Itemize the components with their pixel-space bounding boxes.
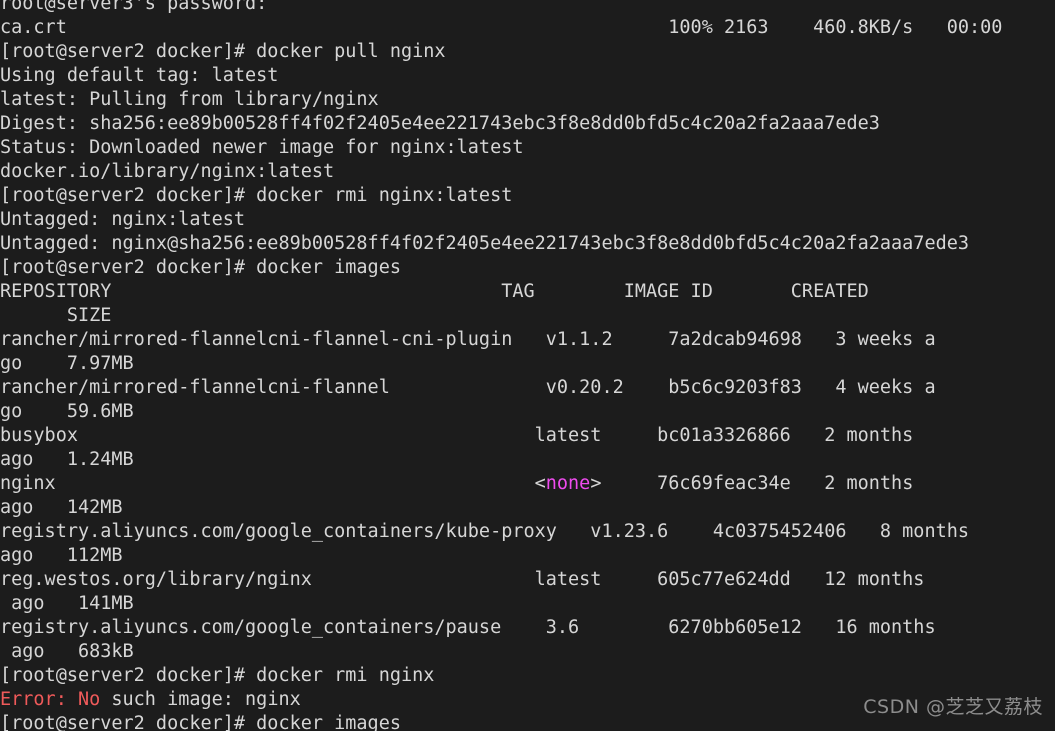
line-cmd-docker-rmi-latest: [root@server2 docker]# docker rmi nginx:… (0, 184, 1055, 208)
line-ca-crt: ca.crt 100% 2163 460.8KB/s 00:00 (0, 16, 1055, 40)
line-cmd-docker-rmi-nginx: [root@server2 docker]# docker rmi nginx (0, 664, 1055, 688)
line-row-7: registry.aliyuncs.com/google_containers/… (0, 616, 1055, 640)
line-row-6-wrap: ago 141MB (0, 592, 1055, 616)
line-digest: Digest: sha256:ee89b00528ff4f02f2405e4ee… (0, 112, 1055, 136)
terminal-text: docker.io/library/nginx:latest (0, 161, 335, 182)
terminal-text: go 7.97MB (0, 353, 134, 374)
terminal-text: latest: Pulling from library/nginx (0, 89, 379, 110)
terminal-text: [root@server2 docker]# docker images (0, 713, 401, 731)
line-untagged-tag: Untagged: nginx:latest (0, 208, 1055, 232)
terminal-text: Status: Downloaded newer image for nginx… (0, 137, 524, 158)
terminal-output: root@server3's password: ca.crt 100% 2163… (0, 0, 1055, 731)
line-row-5: registry.aliyuncs.com/google_containers/… (0, 520, 1055, 544)
terminal-text: busybox latest bc01a3326866 2 months (0, 425, 925, 446)
terminal-text: root@server3's password: (0, 0, 268, 14)
line-row-2: rancher/mirrored-flannelcni-flannel v0.2… (0, 376, 1055, 400)
terminal-text: < (534, 473, 546, 494)
line-using-default-tag: Using default tag: latest (0, 64, 1055, 88)
line-row-7-wrap: ago 683kB (0, 640, 1055, 664)
line-row-1-wrap: go 7.97MB (0, 352, 1055, 376)
line-cmd-docker-pull: [root@server2 docker]# docker pull nginx (0, 40, 1055, 64)
terminal-text: ago 1.24MB (0, 449, 134, 470)
line-image-ref: docker.io/library/nginx:latest (0, 160, 1055, 184)
terminal-text: ago 141MB (0, 593, 134, 614)
terminal-text: [root@server2 docker]# docker rmi nginx:… (0, 185, 513, 206)
terminal-text: Digest: sha256:ee89b00528ff4f02f2405e4ee… (0, 113, 880, 134)
terminal-text: go 59.6MB (0, 401, 134, 422)
line-table-header-wrap: SIZE (0, 304, 1055, 328)
terminal-text: reg.westos.org/library/nginx latest 605c… (0, 569, 925, 590)
line-cmd-docker-images-2: [root@server2 docker]# docker images (0, 712, 1055, 731)
terminal-text: Using default tag: latest (0, 65, 279, 86)
line-row-3-wrap: ago 1.24MB (0, 448, 1055, 472)
terminal-text: Untagged: nginx:latest (0, 209, 246, 230)
terminal-text: rancher/mirrored-flannelcni-flannel-cni-… (0, 329, 936, 350)
terminal-text: [root@server2 docker]# docker rmi nginx (0, 665, 435, 686)
terminal-text: such image: nginx (100, 689, 301, 710)
terminal-text: Untagged: nginx@sha256:ee89b00528ff4f02f… (0, 233, 970, 254)
terminal-text: [root@server2 docker]# docker pull nginx (0, 41, 446, 62)
terminal-text: REPOSITORY TAG IMAGE ID CREATED (0, 281, 869, 302)
line-row-4: nginx <none> 76c69feac34e 2 months (0, 472, 1055, 496)
line-pulling-from: latest: Pulling from library/nginx (0, 88, 1055, 112)
line-row-4-wrap: ago 142MB (0, 496, 1055, 520)
terminal-text: ago 112MB (0, 545, 123, 566)
line-untagged-digest: Untagged: nginx@sha256:ee89b00528ff4f02f… (0, 232, 1055, 256)
line-status-downloaded: Status: Downloaded newer image for nginx… (0, 136, 1055, 160)
line-row-5-wrap: ago 112MB (0, 544, 1055, 568)
line-cmd-docker-images-1: [root@server2 docker]# docker images (0, 256, 1055, 280)
terminal-text: registry.aliyuncs.com/google_containers/… (0, 617, 936, 638)
terminal-window[interactable]: root@server3's password: ca.crt 100% 2163… (0, 0, 1055, 731)
line-error-no-such-image: Error: No such image: nginx (0, 688, 1055, 712)
line-row-6: reg.westos.org/library/nginx latest 605c… (0, 568, 1055, 592)
terminal-text: ca.crt 100% 2163 460.8KB/s 00:00 (0, 17, 1003, 38)
terminal-text: registry.aliyuncs.com/google_containers/… (0, 521, 981, 542)
terminal-text: none (545, 473, 591, 494)
terminal-text: rancher/mirrored-flannelcni-flannel v0.2… (0, 377, 936, 398)
line-table-header: REPOSITORY TAG IMAGE ID CREATED (0, 280, 1055, 304)
line-password-prompt: root@server3's password: (0, 0, 1055, 16)
terminal-text: 76c69feac34e 2 months (601, 473, 925, 494)
line-row-3: busybox latest bc01a3326866 2 months (0, 424, 1055, 448)
terminal-text: ago 683kB (0, 641, 134, 662)
line-row-1: rancher/mirrored-flannelcni-flannel-cni-… (0, 328, 1055, 352)
terminal-text: > (590, 473, 602, 494)
terminal-text: SIZE (0, 305, 112, 326)
line-row-2-wrap: go 59.6MB (0, 400, 1055, 424)
terminal-text: [root@server2 docker]# docker images (0, 257, 401, 278)
terminal-text: ago 142MB (0, 497, 123, 518)
terminal-text: nginx (0, 473, 535, 494)
terminal-text: Error: No (0, 689, 101, 710)
